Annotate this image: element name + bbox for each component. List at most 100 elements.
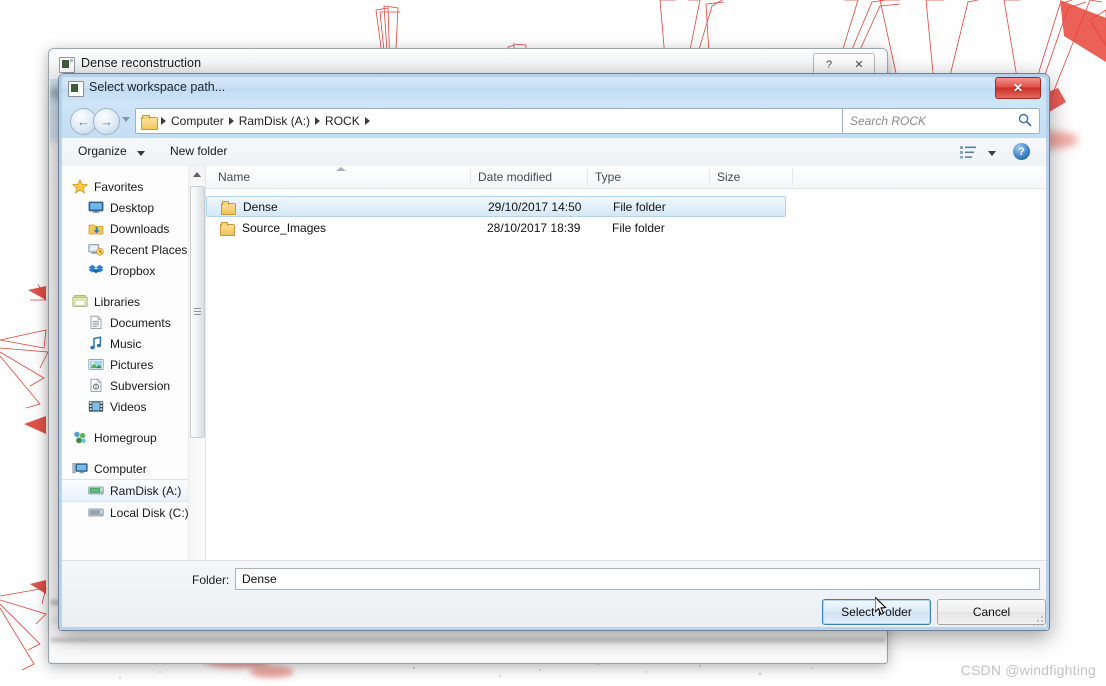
cell-type: File folder [612, 220, 665, 235]
breadcrumb-rock[interactable]: ROCK [322, 114, 363, 128]
chevron-down-icon[interactable] [137, 151, 145, 156]
sidebar-item-downloads[interactable]: Downloads [60, 218, 205, 239]
videos-icon [88, 401, 104, 412]
command-toolbar: Organize New folder ? [60, 138, 1048, 167]
file-dialog-footer: Folder: Dense Select Folder Cancel [60, 560, 1048, 629]
column-header-name[interactable]: Name [218, 170, 250, 184]
computer-icon [72, 463, 88, 474]
window-title: Dense reconstruction [81, 56, 202, 70]
sidebar-item-videos[interactable]: Videos [60, 396, 205, 417]
homegroup-icon [74, 431, 86, 444]
help-icon[interactable]: ? [1013, 143, 1030, 160]
sidebar-label: Recent Places [110, 242, 188, 257]
sidebar-item-computer[interactable]: Computer [60, 458, 205, 479]
sidebar-label: Downloads [110, 221, 170, 236]
column-header-type[interactable]: Type [595, 170, 621, 184]
sidebar-item-dropbox[interactable]: Dropbox [60, 260, 205, 281]
sidebar-item-favorites[interactable]: Favorites [60, 176, 205, 197]
select-folder-button[interactable]: Select Folder [822, 599, 931, 625]
sidebar-item-subversion[interactable]: Subversion [60, 375, 205, 396]
cell-date-modified: 29/10/2017 14:50 [488, 199, 582, 214]
breadcrumb-separator-icon[interactable] [161, 117, 166, 125]
scroll-up-arrow-icon[interactable] [189, 166, 205, 182]
forward-arrow-icon: → [100, 114, 113, 129]
column-divider[interactable] [709, 169, 710, 185]
sidebar-item-documents[interactable]: Documents [60, 312, 205, 333]
folder-dialog-icon [68, 81, 84, 97]
nav-section-homegroup: Homegroup [60, 427, 205, 448]
column-divider[interactable] [470, 169, 471, 185]
nav-section-libraries: Libraries Documents Music Pictures Subve… [60, 291, 205, 417]
file-dialog-titlebar[interactable]: Select workspace path... ✕ [59, 74, 1049, 102]
address-breadcrumb-bar[interactable]: Computer RamDisk (A:) ROCK [135, 108, 908, 134]
dropbox-icon [88, 264, 104, 274]
breadcrumb-computer[interactable]: Computer [168, 114, 227, 128]
search-icon [1018, 113, 1032, 127]
resize-grip[interactable] [1033, 615, 1045, 627]
view-mode-icon[interactable] [960, 145, 976, 159]
sidebar-label: Homegroup [94, 430, 157, 445]
pictures-icon [88, 358, 104, 370]
desktop-icon [88, 201, 104, 213]
address-toolbar: ← → Computer RamDisk (A:) ROCK ↻ Search … [60, 102, 1048, 138]
breadcrumb-separator-icon[interactable] [364, 117, 370, 125]
sidebar-item-homegroup[interactable]: Homegroup [60, 427, 205, 448]
sidebar-label: RamDisk (A:) [110, 483, 182, 498]
column-header-size[interactable]: Size [717, 170, 740, 184]
table-row[interactable]: Source_Images 28/10/2017 18:39 File fold… [206, 217, 786, 238]
watermark: CSDN @windfighting [960, 662, 1096, 678]
table-row[interactable]: Dense 29/10/2017 14:50 File folder [206, 196, 786, 217]
cell-type: File folder [613, 199, 666, 214]
scrollbar-thumb[interactable] [190, 186, 205, 438]
recent-locations-chevron-down-icon[interactable] [122, 117, 130, 122]
breadcrumb-separator-icon[interactable] [228, 117, 234, 125]
cancel-button[interactable]: Cancel [937, 599, 1046, 625]
sidebar-label: Favorites [94, 179, 144, 194]
chevron-down-icon[interactable] [988, 151, 996, 156]
file-dialog-title: Select workspace path... [89, 80, 226, 94]
sidebar-label: Libraries [94, 294, 141, 309]
sidebar-label: Computer [94, 461, 147, 476]
sidebar-item-music[interactable]: Music [60, 333, 205, 354]
column-header-row: Name Date modified Type Size [206, 166, 1048, 189]
sidebar-label: Documents [110, 315, 171, 330]
sidebar-label: Videos [110, 399, 147, 414]
close-icon[interactable]: ✕ [995, 77, 1041, 99]
folder-icon [218, 221, 235, 236]
subversion-icon [90, 378, 102, 393]
sidebar-label: Dropbox [110, 263, 156, 278]
organize-button[interactable]: Organize [78, 144, 127, 158]
sidebar-item-libraries[interactable]: Libraries [60, 291, 205, 312]
sort-ascending-icon [336, 167, 346, 171]
column-divider[interactable] [792, 169, 793, 185]
star-icon [72, 179, 88, 194]
new-folder-button[interactable]: New folder [170, 144, 227, 158]
cell-name: Dense [243, 199, 278, 214]
forward-button[interactable]: → [93, 108, 120, 135]
select-folder-dialog[interactable]: Select workspace path... ✕ ← → Computer … [58, 73, 1050, 631]
sidebar-item-pictures[interactable]: Pictures [60, 354, 205, 375]
folder-field-label: Folder: [192, 573, 230, 587]
folder-name-input[interactable]: Dense [235, 568, 1040, 590]
folder-icon [141, 114, 158, 130]
search-input[interactable]: Search ROCK [850, 114, 926, 128]
sidebar-item-ramdisk[interactable]: RamDisk (A:) [60, 479, 205, 502]
music-note-icon [90, 336, 102, 350]
libraries-icon [72, 295, 88, 307]
nav-section-favorites: Favorites Desktop Downloads Recent Place… [60, 176, 205, 281]
column-divider[interactable] [587, 169, 588, 185]
column-header-date-modified[interactable]: Date modified [478, 170, 552, 184]
sidebar-label: Pictures [110, 357, 154, 372]
sidebar-label: Desktop [110, 200, 155, 215]
recent-places-icon [88, 244, 104, 256]
sidebar-label: Local Disk (C:) [110, 505, 189, 520]
search-box[interactable]: Search ROCK [842, 108, 1040, 134]
sidebar-item-desktop[interactable]: Desktop [60, 197, 205, 218]
folder-icon [219, 200, 236, 215]
sidebar-item-recent-places[interactable]: Recent Places [60, 239, 205, 260]
cell-date-modified: 28/10/2017 18:39 [487, 220, 581, 235]
breadcrumb-ramdisk[interactable]: RamDisk (A:) [236, 114, 313, 128]
cell-name: Source_Images [242, 220, 327, 235]
sidebar-item-local-disk-c[interactable]: Local Disk (C:) [60, 502, 205, 523]
breadcrumb-separator-icon[interactable] [315, 117, 321, 125]
